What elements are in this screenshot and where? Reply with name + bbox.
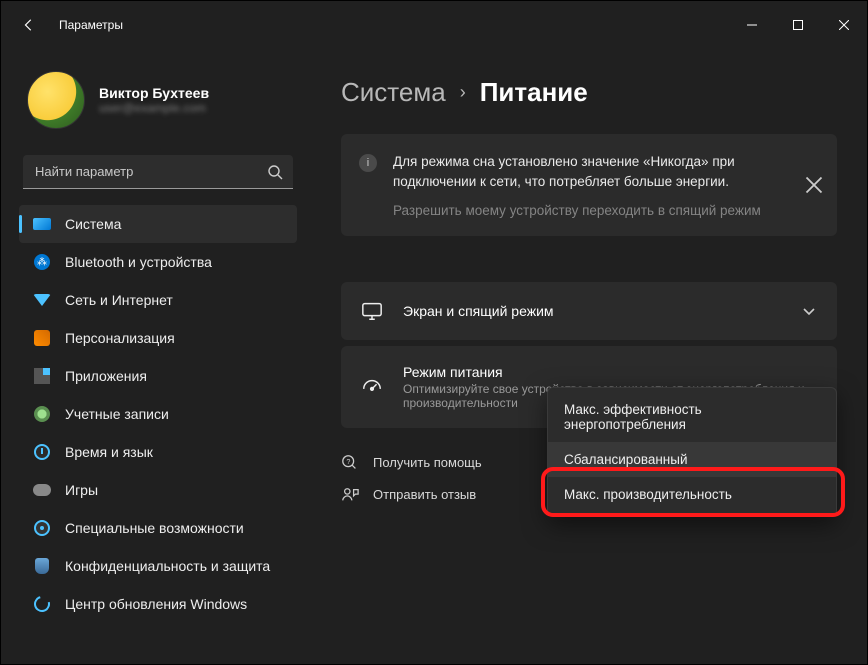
profile-email: user@example.com — [99, 101, 209, 115]
sidebar-item-label: Игры — [65, 482, 98, 498]
sidebar-item-label: Система — [65, 216, 121, 232]
info-icon: i — [359, 154, 377, 172]
breadcrumb: Система › Питание — [341, 77, 837, 108]
link-label: Отправить отзыв — [373, 487, 476, 502]
dropdown-option[interactable]: Сбалансированный — [548, 442, 836, 477]
sidebar-item-update[interactable]: Центр обновления Windows — [19, 585, 297, 623]
back-button[interactable] — [21, 17, 37, 33]
clock-icon — [33, 443, 51, 461]
card-title: Экран и спящий режим — [403, 303, 781, 319]
dropdown-option[interactable]: Макс. производительность — [548, 477, 836, 512]
search-icon — [267, 164, 283, 180]
sidebar-item-label: Время и язык — [65, 444, 153, 460]
wifi-icon — [33, 291, 51, 309]
sidebar-item-accessibility[interactable]: Специальные возможности — [19, 509, 297, 547]
info-action-link[interactable]: Разрешить моему устройству переходить в … — [393, 203, 789, 218]
screen-icon — [361, 300, 383, 322]
sidebar-item-label: Bluetooth и устройства — [65, 254, 212, 270]
sidebar-item-apps[interactable]: Приложения — [19, 357, 297, 395]
shield-icon — [33, 557, 51, 575]
chevron-right-icon: › — [460, 82, 466, 103]
help-icon: ? — [341, 454, 359, 472]
brush-icon — [33, 329, 51, 347]
sidebar-item-accounts[interactable]: Учетные записи — [19, 395, 297, 433]
search-wrap — [23, 155, 293, 189]
sidebar-item-label: Сеть и Интернет — [65, 292, 173, 308]
sidebar-item-time[interactable]: Время и язык — [19, 433, 297, 471]
screen-sleep-card[interactable]: Экран и спящий режим — [341, 282, 837, 340]
gauge-icon — [361, 376, 383, 398]
close-button[interactable] — [821, 9, 867, 41]
sidebar-item-label: Учетные записи — [65, 406, 169, 422]
apps-icon — [33, 367, 51, 385]
sidebar-item-label: Специальные возможности — [65, 520, 244, 536]
gamepad-icon — [33, 481, 51, 499]
sidebar-item-bluetooth[interactable]: ⁂ Bluetooth и устройства — [19, 243, 297, 281]
dropdown-option[interactable]: Макс. эффективность энергопотребления — [548, 392, 836, 442]
settings-window: Параметры Виктор Бухтеев user@example.co… — [0, 0, 868, 665]
sidebar-item-system[interactable]: Система — [19, 205, 297, 243]
avatar — [27, 71, 85, 129]
sidebar-item-privacy[interactable]: Конфиденциальность и защита — [19, 547, 297, 585]
accessibility-icon — [33, 519, 51, 537]
sidebar-item-label: Приложения — [65, 368, 147, 384]
window-controls — [729, 9, 867, 41]
search-input[interactable] — [23, 155, 293, 189]
info-banner: i Для режима сна установлено значение «Н… — [341, 134, 837, 236]
chevron-down-icon — [801, 303, 817, 319]
link-label: Получить помощь — [373, 455, 482, 470]
sidebar: Виктор Бухтеев user@example.com Система … — [1, 49, 311, 664]
sidebar-item-gaming[interactable]: Игры — [19, 471, 297, 509]
banner-close-button[interactable] — [805, 176, 823, 194]
svg-text:?: ? — [346, 456, 350, 465]
profile-name: Виктор Бухтеев — [99, 85, 209, 101]
profile-block[interactable]: Виктор Бухтеев user@example.com — [19, 57, 311, 149]
person-icon — [33, 405, 51, 423]
nav-list: Система ⁂ Bluetooth и устройства Сеть и И… — [19, 205, 311, 623]
breadcrumb-parent[interactable]: Система — [341, 77, 446, 108]
window-title: Параметры — [59, 18, 123, 32]
power-mode-dropdown: Макс. эффективность энергопотребления Сб… — [547, 387, 837, 517]
sidebar-item-label: Конфиденциальность и защита — [65, 558, 270, 574]
info-text: Для режима сна установлено значение «Ник… — [393, 152, 789, 193]
sidebar-item-label: Центр обновления Windows — [65, 596, 247, 612]
feedback-icon — [341, 486, 359, 504]
maximize-button[interactable] — [775, 9, 821, 41]
display-icon — [33, 215, 51, 233]
content-area: Система › Питание i Для режима сна устан… — [311, 49, 867, 664]
sidebar-item-network[interactable]: Сеть и Интернет — [19, 281, 297, 319]
update-icon — [33, 595, 51, 613]
sidebar-item-label: Персонализация — [65, 330, 175, 346]
card-title: Режим питания — [403, 364, 817, 380]
sidebar-item-personalization[interactable]: Персонализация — [19, 319, 297, 357]
minimize-button[interactable] — [729, 9, 775, 41]
titlebar: Параметры — [1, 1, 867, 49]
page-title: Питание — [480, 77, 588, 108]
bluetooth-icon: ⁂ — [33, 253, 51, 271]
